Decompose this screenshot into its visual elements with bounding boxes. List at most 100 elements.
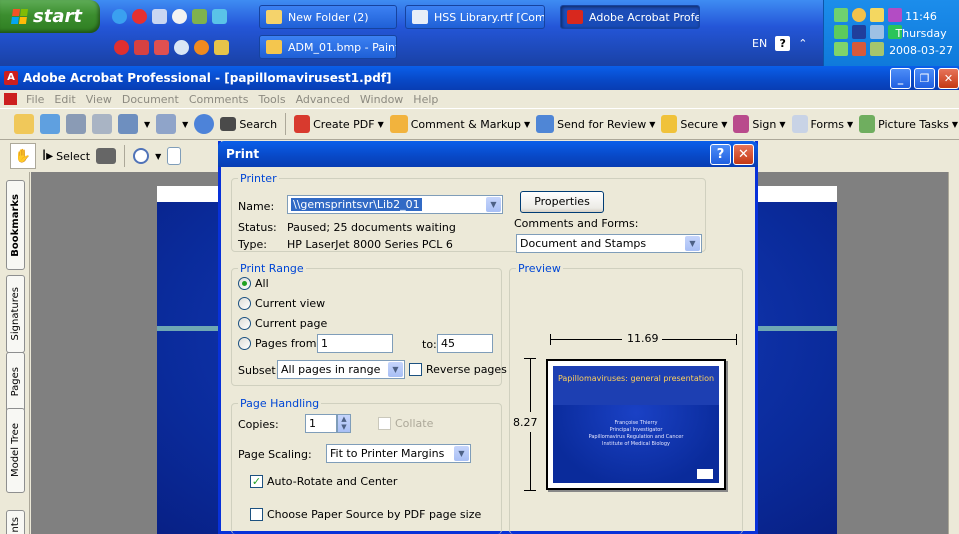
chevron-down-icon[interactable]: ▼: [182, 120, 188, 129]
collate-checkbox[interactable]: Collate: [378, 417, 433, 430]
copies-input[interactable]: 1: [305, 414, 337, 433]
media-icon[interactable]: [172, 9, 187, 24]
search-button[interactable]: Search: [220, 117, 277, 131]
opera-icon[interactable]: [132, 9, 147, 24]
chat-icon[interactable]: [174, 40, 189, 55]
help-icon[interactable]: ?: [775, 36, 791, 51]
tab-comments[interactable]: nts: [6, 510, 25, 534]
minimize-button[interactable]: _: [890, 68, 911, 89]
save-icon[interactable]: [66, 114, 86, 134]
clock[interactable]: 11:46 Thursday 2008-03-27: [889, 8, 953, 59]
secure-button[interactable]: Secure ▼: [661, 115, 727, 133]
task-paint[interactable]: ADM_01.bmp - Paint: [259, 35, 397, 59]
menu-help[interactable]: Help: [408, 93, 443, 106]
picture-tasks-button[interactable]: Picture Tasks ▼: [859, 115, 958, 133]
system-tray: 11:46 Thursday 2008-03-27: [823, 0, 959, 66]
settings-icon[interactable]: [152, 9, 167, 24]
tray-expand-icon[interactable]: ⌃: [798, 37, 807, 50]
tray-app-icon[interactable]: [852, 42, 866, 56]
chevron-down-icon[interactable]: ▼: [685, 236, 700, 251]
vb-icon[interactable]: [192, 9, 207, 24]
tray-app-icon[interactable]: [870, 42, 884, 56]
sign-button[interactable]: Sign ▼: [733, 115, 786, 133]
zoom-icon[interactable]: [133, 148, 150, 164]
menu-tools[interactable]: Tools: [253, 93, 290, 106]
menu-file[interactable]: File: [21, 93, 49, 106]
tab-bookmarks[interactable]: Bookmarks: [6, 180, 25, 270]
help-button[interactable]: ?: [710, 144, 731, 165]
start-button[interactable]: start: [0, 0, 100, 33]
tab-pages[interactable]: Pages: [6, 352, 25, 412]
menu-view[interactable]: View: [81, 93, 117, 106]
copies-spinner[interactable]: ▲ ▼: [337, 414, 351, 433]
chevron-down-icon[interactable]: ▼: [144, 120, 150, 129]
snapshot-icon[interactable]: [96, 148, 117, 164]
send-review-button[interactable]: Send for Review ▼: [536, 115, 655, 133]
chevron-down-icon[interactable]: ▼: [454, 446, 469, 461]
chevron-down-icon[interactable]: ▼: [388, 362, 403, 377]
tab-model-tree[interactable]: Model Tree: [6, 408, 25, 493]
menu-edit[interactable]: Edit: [49, 93, 80, 106]
tools-icon[interactable]: [214, 40, 229, 55]
chevron-down-icon[interactable]: ▼: [486, 197, 501, 212]
select-tool-button[interactable]: I▸ Select: [42, 148, 90, 164]
vertical-scrollbar[interactable]: [948, 172, 959, 534]
chevron-down-icon[interactable]: ▼: [155, 152, 161, 161]
tray-app-icon[interactable]: [852, 25, 866, 39]
hand-tool-icon[interactable]: ✋: [10, 143, 36, 169]
tray-app-icon[interactable]: [870, 25, 884, 39]
ie-icon[interactable]: [112, 9, 127, 24]
email-icon[interactable]: [118, 114, 138, 134]
page-scaling-select[interactable]: Fit to Printer Margins ▼: [326, 444, 471, 463]
ie-blue-icon[interactable]: [114, 40, 129, 55]
globe-icon[interactable]: [194, 114, 215, 134]
dialog-close-button[interactable]: ✕: [733, 144, 754, 165]
print-icon[interactable]: [92, 114, 112, 134]
comments-forms-select[interactable]: Document and Stamps ▼: [516, 234, 702, 253]
acrobat-titlebar[interactable]: A Adobe Acrobat Professional - [papillom…: [0, 66, 959, 90]
preview-slide: Papillomaviruses: general presentation F…: [553, 366, 719, 483]
network-icon[interactable]: [212, 9, 227, 24]
task-adobe-acrobat[interactable]: Adobe Acrobat Profe...: [560, 5, 700, 29]
pen-icon[interactable]: [156, 114, 177, 134]
app-icon-2[interactable]: [154, 40, 169, 55]
firefox-icon[interactable]: [194, 40, 209, 55]
range-current-page-radio[interactable]: Current page: [238, 317, 327, 330]
menu-comments[interactable]: Comments: [184, 93, 254, 106]
app-icon-1[interactable]: [134, 40, 149, 55]
basic-toolbar: ✋ I▸ Select ▼: [0, 140, 240, 172]
open-icon[interactable]: [14, 114, 34, 134]
comment-markup-button[interactable]: Comment & Markup ▼: [389, 115, 530, 133]
create-pdf-button[interactable]: Create PDF ▼: [294, 115, 384, 133]
range-current-view-radio[interactable]: Current view: [238, 297, 325, 310]
menu-document[interactable]: Document: [117, 93, 184, 106]
close-button[interactable]: ✕: [938, 68, 959, 89]
tray-app-icon[interactable]: [834, 42, 848, 56]
range-pages-radio[interactable]: Pages from:: [238, 337, 320, 350]
maximize-button[interactable]: ❐: [914, 68, 935, 89]
tray-app-icon[interactable]: [870, 8, 884, 22]
tray-app-icon[interactable]: [852, 8, 866, 22]
properties-button[interactable]: Properties: [520, 191, 604, 213]
tab-signatures[interactable]: Signatures: [6, 275, 25, 353]
paper-source-checkbox[interactable]: Choose Paper Source by PDF page size: [250, 508, 481, 521]
page-icon[interactable]: [167, 147, 182, 165]
print-dialog-titlebar[interactable]: Print ? ✕: [218, 141, 758, 167]
printer-name-select[interactable]: \\gemsprintsvr\Lib2_01 ▼: [287, 195, 503, 214]
range-all-radio[interactable]: All: [238, 277, 269, 290]
organizer-icon[interactable]: [40, 114, 60, 134]
tray-app-icon[interactable]: [834, 25, 848, 39]
document-menu-icon[interactable]: [4, 93, 17, 105]
reverse-pages-checkbox[interactable]: Reverse pages: [409, 363, 507, 376]
menu-window[interactable]: Window: [355, 93, 408, 106]
forms-button[interactable]: Forms ▼: [791, 115, 853, 133]
task-new-folder[interactable]: New Folder (2): [259, 5, 397, 29]
pages-to-input[interactable]: 45: [437, 334, 493, 353]
menu-advanced[interactable]: Advanced: [291, 93, 355, 106]
auto-rotate-checkbox[interactable]: ✓ Auto-Rotate and Center: [250, 475, 397, 488]
language-indicator[interactable]: EN ? ⌃: [752, 36, 807, 51]
subset-select[interactable]: All pages in range ▼: [277, 360, 405, 379]
tray-app-icon[interactable]: [834, 8, 848, 22]
task-hss-library[interactable]: HSS Library.rtf [Com...: [405, 5, 545, 29]
pages-from-input[interactable]: 1: [317, 334, 393, 353]
